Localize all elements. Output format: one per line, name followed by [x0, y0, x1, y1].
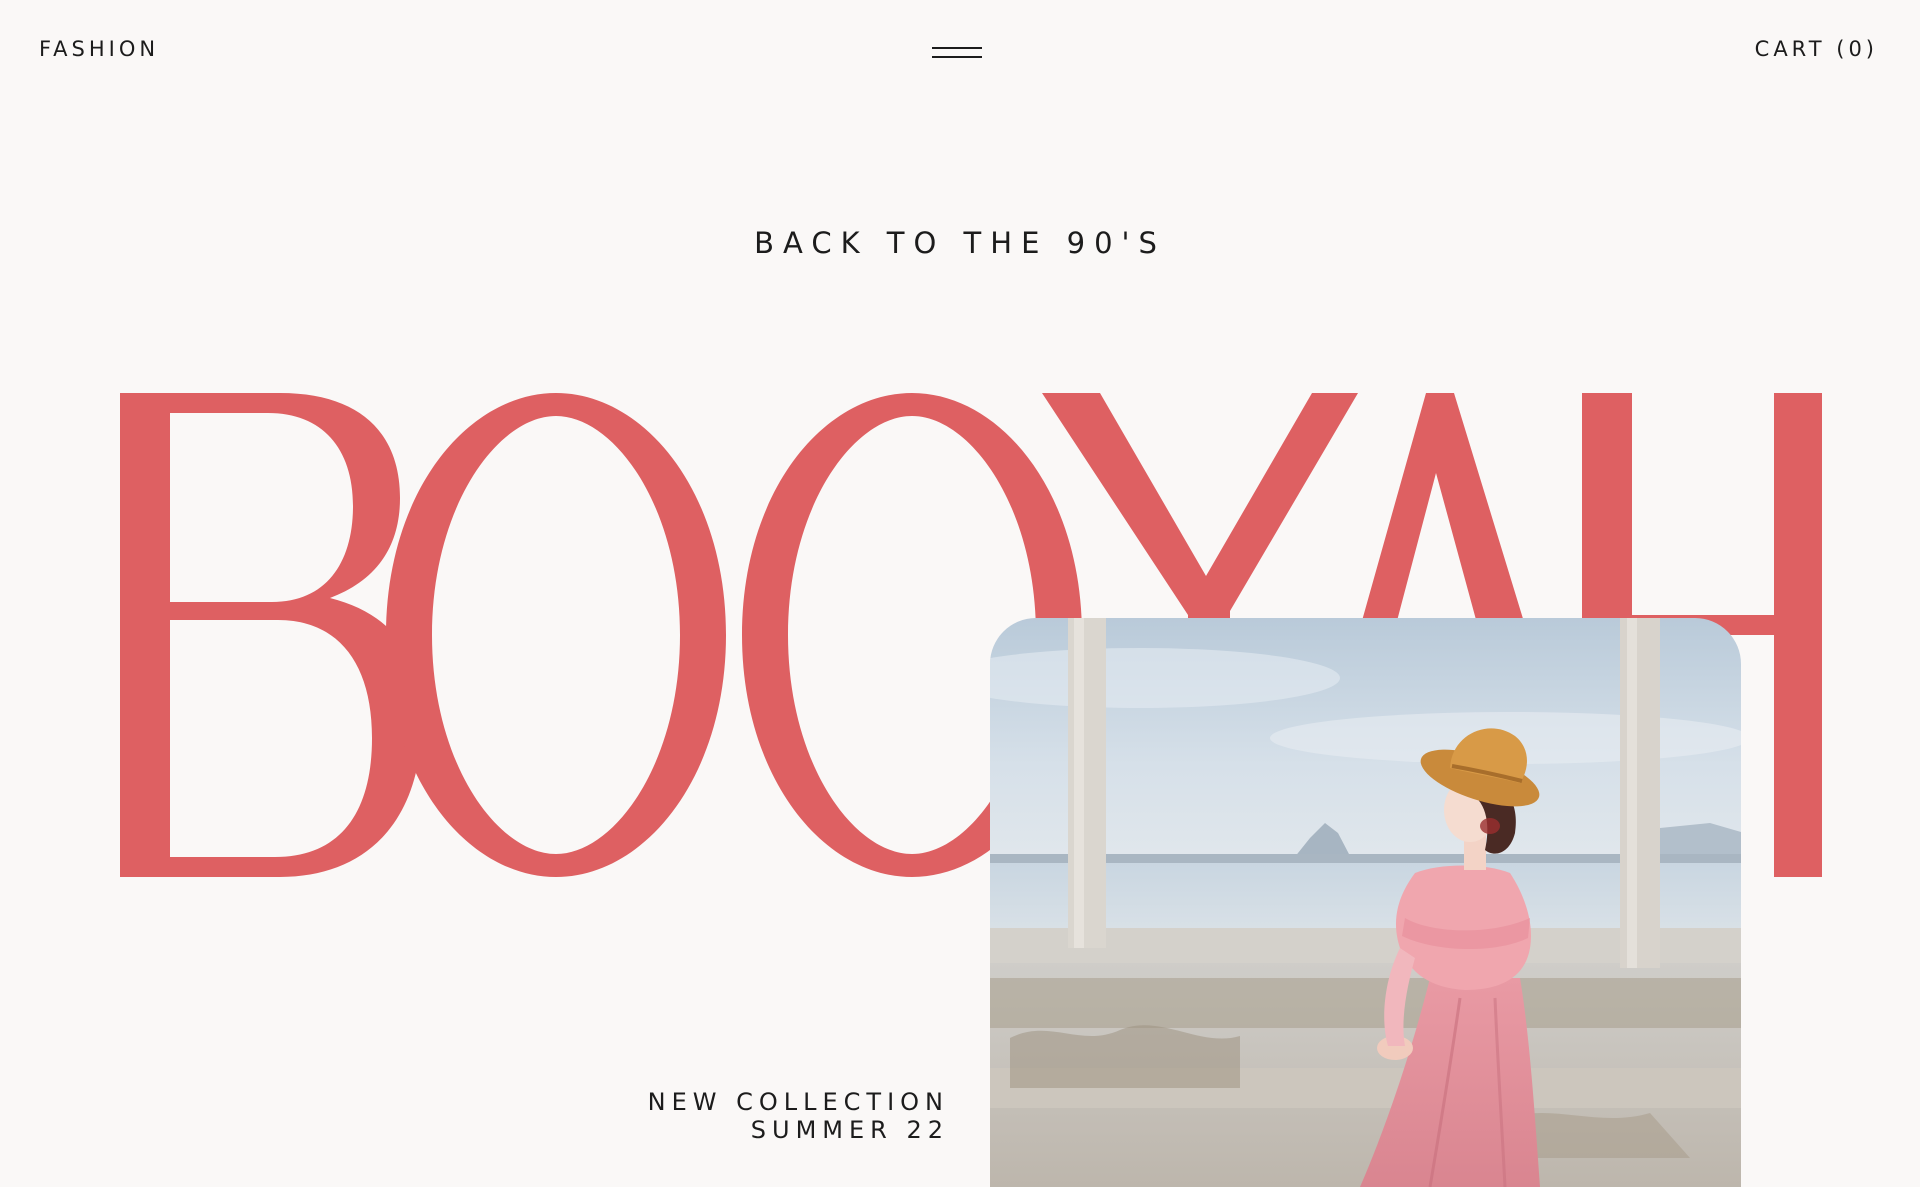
hamburger-menu-icon[interactable] — [930, 44, 984, 62]
collection-line-1: NEW COLLECTION — [647, 1088, 949, 1116]
collection-label: NEW COLLECTION SUMMER 22 — [648, 1088, 949, 1144]
hero-tagline: BACK TO THE 90'S — [754, 226, 1166, 260]
collection-line-2: SUMMER 22 — [750, 1116, 949, 1144]
brand-logo[interactable]: FASHION — [39, 37, 159, 61]
cart-link[interactable]: CART (0) — [1755, 37, 1878, 61]
hero-photo — [990, 618, 1741, 1187]
